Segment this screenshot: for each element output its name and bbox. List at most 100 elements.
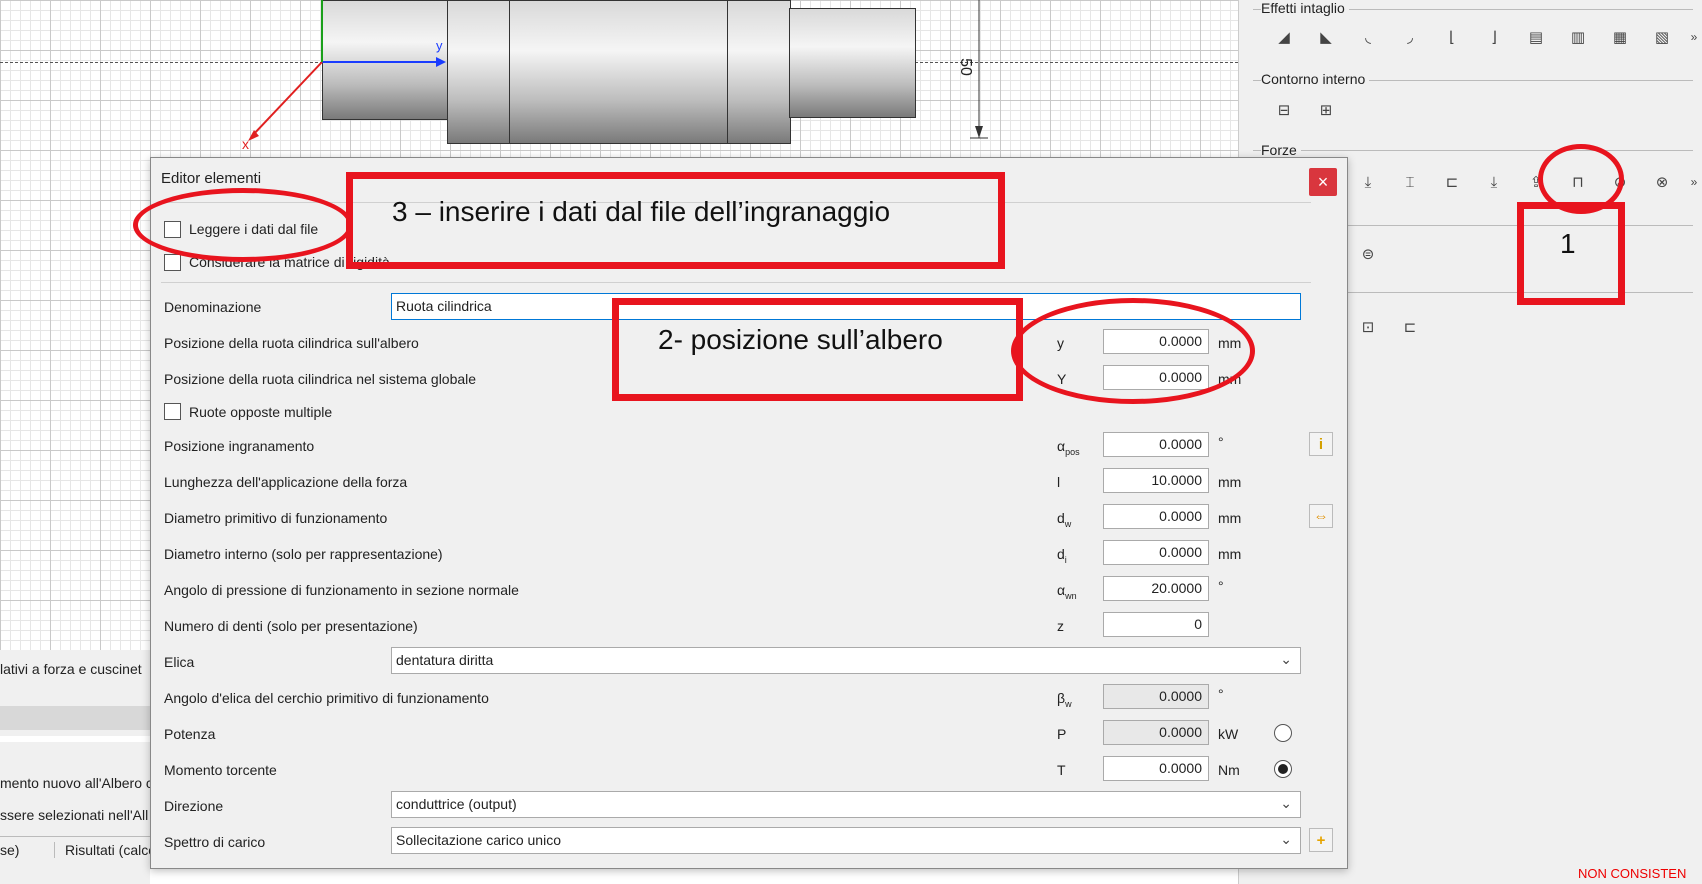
- angolo-press-input[interactable]: 20.0000: [1103, 576, 1209, 601]
- dimension-label: 50: [956, 58, 974, 76]
- more-forze-icon[interactable]: »: [1685, 173, 1702, 191]
- add-load-spectrum-button[interactable]: +: [1309, 828, 1333, 852]
- section-forze: Forze: [1261, 142, 1301, 158]
- axis-y-label: y: [436, 38, 443, 53]
- groove-icon[interactable]: ▤: [1527, 28, 1545, 46]
- background-tab-2[interactable]: Risultati (calco: [54, 842, 161, 858]
- potenza-label: Potenza: [164, 726, 216, 742]
- diam-int-unit: mm: [1218, 546, 1242, 562]
- lunghezza-input[interactable]: 10.0000: [1103, 468, 1209, 493]
- axis-x-label: x: [242, 136, 249, 152]
- plus-icon: +: [1316, 831, 1326, 849]
- potenza-radio[interactable]: [1274, 724, 1292, 742]
- sensor-icon[interactable]: ⊡: [1359, 318, 1377, 336]
- dialog-title: Editor elementi: [161, 170, 262, 187]
- diam-int-symbol: di: [1057, 546, 1067, 565]
- spettro-label: Spettro di carico: [164, 834, 266, 850]
- annotation-text-2: 2- posizione sull’albero: [658, 324, 943, 355]
- annotation-ellipse-checkbox: [133, 188, 353, 262]
- chevron-down-icon: ⌄: [1280, 831, 1292, 847]
- more-effetti-icon[interactable]: »: [1685, 28, 1702, 46]
- num-denti-symbol: z: [1057, 618, 1064, 634]
- annotation-ellipse-position: [1011, 298, 1255, 404]
- radius-right-icon[interactable]: ◞: [1401, 28, 1419, 46]
- pos-ingran-input[interactable]: 0.0000: [1103, 432, 1209, 457]
- background-text-2: mento nuovo all'Albero c: [0, 775, 150, 791]
- pos-albero-label: Posizione della ruota cilindrica sull'al…: [164, 335, 419, 351]
- angolo-elica-unit: °: [1218, 686, 1224, 702]
- potenza-input[interactable]: 0.0000: [1103, 720, 1209, 745]
- close-button[interactable]: ×: [1309, 168, 1337, 196]
- elica-select[interactable]: dentatura diritta ⌄: [391, 647, 1301, 674]
- element-icon[interactable]: ⊏: [1401, 318, 1419, 336]
- options-separator: [161, 282, 1311, 283]
- diam-int-input[interactable]: 0.0000: [1103, 540, 1209, 565]
- mass-icon[interactable]: ⊗: [1653, 173, 1671, 191]
- diam-prim-label: Diametro primitivo di funzionamento: [164, 510, 388, 526]
- angolo-elica-symbol: βw: [1057, 690, 1072, 709]
- inner-contour-right-icon[interactable]: ⊞: [1317, 101, 1335, 119]
- angolo-elica-label: Angolo d'elica del cerchio primitivo di …: [164, 690, 489, 706]
- spline-icon[interactable]: ▧: [1653, 28, 1671, 46]
- undercut-right-icon[interactable]: ⌋: [1485, 28, 1503, 46]
- potenza-unit: kW: [1218, 726, 1239, 742]
- section-effetti-intaglio: Effetti intaglio: [1261, 0, 1349, 16]
- support-icon[interactable]: ⊜: [1359, 245, 1377, 263]
- force-download-icon[interactable]: ⤓: [1359, 173, 1377, 191]
- divider-forze: [1253, 150, 1693, 151]
- coupling-icon[interactable]: ⊏: [1443, 173, 1461, 191]
- momento-radio[interactable]: [1274, 760, 1292, 778]
- background-text-3: ssere selezionati nell'All: [0, 807, 149, 823]
- ruote-opposte-checkbox[interactable]: [164, 403, 181, 420]
- angolo-press-unit: °: [1218, 578, 1224, 594]
- double-arrow-icon: ⇔: [1313, 507, 1329, 525]
- close-icon: ×: [1317, 171, 1329, 192]
- lower-left-bar-2: [0, 736, 150, 742]
- stiffness-checkbox[interactable]: [164, 254, 181, 271]
- pos-globale-label: Posizione della ruota cilindrica nel sis…: [164, 371, 477, 387]
- background-tab-1[interactable]: se): [0, 842, 19, 858]
- annotation-text-3: 3 – inserire i dati dal file dell’ingran…: [392, 196, 891, 227]
- lunghezza-unit: mm: [1218, 474, 1242, 490]
- undercut-left-icon[interactable]: ⌊: [1443, 28, 1461, 46]
- angolo-elica-input[interactable]: 0.0000: [1103, 684, 1209, 709]
- denominazione-label: Denominazione: [164, 299, 262, 315]
- diam-prim-unit: mm: [1218, 510, 1242, 526]
- spettro-value: Sollecitazione carico unico: [396, 832, 561, 848]
- chevron-down-icon: ⌄: [1280, 651, 1292, 667]
- momento-input[interactable]: 0.0000: [1103, 756, 1209, 781]
- keyway-icon[interactable]: ▦: [1611, 28, 1629, 46]
- coordinate-axes: [248, 0, 988, 141]
- chamfer-right-icon[interactable]: ◣: [1317, 28, 1335, 46]
- direzione-value: conduttrice (output): [396, 796, 517, 812]
- sizing-button[interactable]: ⇔: [1309, 504, 1333, 528]
- pos-ingran-unit: °: [1218, 434, 1224, 450]
- pos-ingran-symbol: αpos: [1057, 438, 1080, 457]
- elica-value: dentatura diritta: [396, 652, 494, 668]
- chamfer-left-icon[interactable]: ◢: [1275, 28, 1293, 46]
- momento-symbol: T: [1057, 762, 1066, 778]
- momento-label: Momento torcente: [164, 762, 277, 778]
- force-down-icon[interactable]: ⤓: [1485, 173, 1503, 191]
- num-denti-label: Numero di denti (solo per presentazione): [164, 618, 418, 634]
- bearing-icon[interactable]: ⌶: [1401, 173, 1419, 191]
- diam-prim-symbol: dw: [1057, 510, 1072, 529]
- info-icon: i: [1318, 435, 1324, 453]
- lunghezza-symbol: l: [1057, 474, 1061, 490]
- num-denti-input[interactable]: 0: [1103, 612, 1209, 637]
- ruote-opposte-label: Ruote opposte multiple: [189, 404, 333, 420]
- chevron-down-icon: ⌄: [1280, 795, 1292, 811]
- radius-left-icon[interactable]: ◟: [1359, 28, 1377, 46]
- pos-ingran-label: Posizione ingranamento: [164, 438, 315, 454]
- background-text-1: lativi a forza e cuscinet: [0, 661, 142, 677]
- diam-prim-input[interactable]: 0.0000: [1103, 504, 1209, 529]
- section-contorno-interno: Contorno interno: [1261, 71, 1370, 87]
- direzione-select[interactable]: conduttrice (output) ⌄: [391, 791, 1301, 818]
- spettro-select[interactable]: Sollecitazione carico unico ⌄: [391, 827, 1301, 854]
- momento-unit: Nm: [1218, 762, 1240, 778]
- angolo-press-symbol: αwn: [1057, 582, 1077, 601]
- info-button[interactable]: i: [1309, 432, 1333, 456]
- elica-label: Elica: [164, 654, 195, 670]
- inner-contour-left-icon[interactable]: ⊟: [1275, 101, 1293, 119]
- thread-icon[interactable]: ▥: [1569, 28, 1587, 46]
